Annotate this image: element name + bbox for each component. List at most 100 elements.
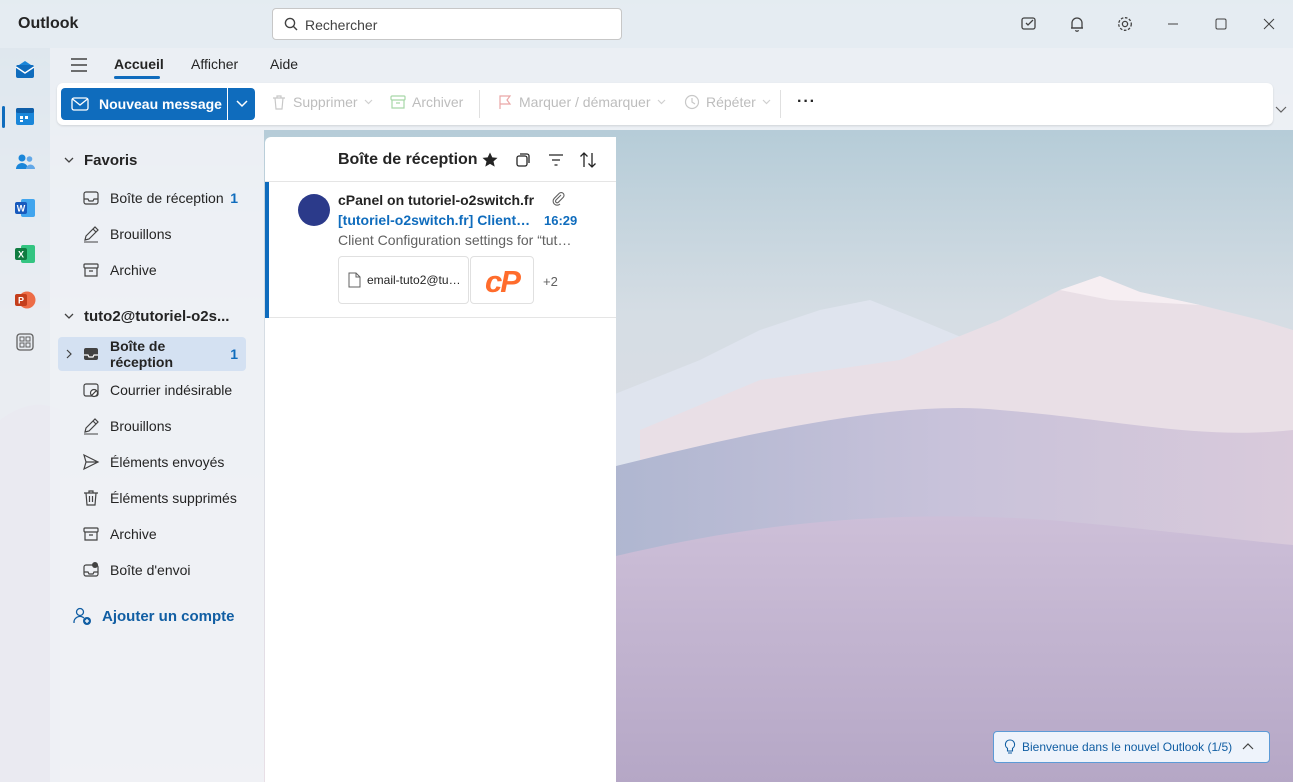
bell-icon[interactable] (1065, 12, 1089, 36)
attachment-chip[interactable]: email-tuto2@tutoriel-o2switch.fr (338, 256, 469, 304)
archive-icon (390, 95, 406, 109)
account-item-outbox[interactable]: Boîte d'envoi (58, 553, 246, 587)
drafts-icon (84, 226, 99, 243)
junk-icon (83, 383, 99, 398)
chevron-down-icon (64, 157, 74, 163)
add-account-button[interactable]: Ajouter un compte (72, 606, 235, 626)
clock-icon (684, 94, 700, 110)
search-icon (284, 17, 298, 31)
powerpoint-app-icon[interactable]: P (11, 286, 39, 314)
flag-button[interactable]: Marquer / démarquer (497, 94, 672, 110)
unread-count: 1 (230, 346, 238, 362)
folder-label: Boîte d'envoi (110, 562, 191, 578)
title-bar: Outlook (0, 0, 1293, 48)
account-item-inbox[interactable]: Boîte de réception 1 (58, 337, 246, 371)
excel-app-icon[interactable]: X (11, 240, 39, 268)
archive-button[interactable]: Archiver (390, 94, 463, 110)
repeat-button[interactable]: Répéter (684, 94, 777, 110)
active-tab-indicator (114, 76, 160, 79)
inbox-icon (83, 191, 99, 205)
hamburger-menu-icon[interactable] (70, 56, 88, 74)
favorites-item-archive[interactable]: Archive (58, 253, 246, 287)
add-person-icon (73, 607, 91, 625)
calendar-app-icon[interactable] (11, 102, 39, 130)
svg-text:cP: cP (485, 264, 521, 299)
search-input[interactable] (305, 15, 605, 35)
outbox-icon (83, 562, 99, 577)
message-list: Boîte de réception cPanel on tutoriel-o2… (265, 137, 616, 782)
ribbon-tabs: Accueil Afficher Aide (50, 48, 1293, 82)
delete-label: Supprimer (293, 94, 358, 110)
new-message-label: Nouveau message (99, 96, 222, 112)
new-message-dropdown[interactable] (228, 88, 255, 120)
word-app-icon[interactable]: W (11, 194, 39, 222)
account-item-sent[interactable]: Éléments envoyés (58, 445, 246, 479)
inbox-icon (84, 348, 98, 360)
chevron-down-icon (64, 313, 74, 319)
lightbulb-icon (1004, 739, 1016, 754)
add-account-label: Ajouter un compte (102, 607, 235, 625)
svg-text:W: W (17, 204, 26, 214)
archive-label: Archiver (412, 94, 464, 110)
more-attachments-count[interactable]: +2 (543, 274, 558, 289)
svg-text:P: P (18, 296, 24, 306)
attachment-thumbnail[interactable]: cP (470, 256, 534, 304)
toolbar-separator (479, 90, 480, 118)
sort-icon[interactable] (578, 150, 598, 170)
account-item-drafts[interactable]: Brouillons (58, 409, 246, 443)
unread-count: 1 (230, 190, 238, 206)
account-header[interactable]: tuto2@tutoriel-o2s... (64, 308, 229, 325)
flag-icon (499, 95, 512, 109)
avatar (298, 194, 330, 226)
message-item[interactable]: cPanel on tutoriel-o2switch.fr [tutoriel… (265, 182, 616, 318)
more-options-button[interactable]: ··· (797, 93, 816, 111)
toolbar-separator (780, 90, 781, 118)
folder-label: Éléments envoyés (110, 454, 225, 470)
chevron-down-icon (762, 99, 771, 105)
new-message-button[interactable]: Nouveau message (61, 88, 227, 120)
favorites-item-drafts[interactable]: Brouillons (58, 217, 246, 251)
maximize-icon[interactable] (1209, 12, 1233, 36)
gear-icon[interactable] (1113, 12, 1137, 36)
drafts-icon (84, 418, 99, 435)
unread-indicator (265, 182, 269, 318)
rail-active-indicator (2, 106, 5, 128)
sent-icon (83, 453, 100, 471)
favorites-header[interactable]: Favoris (64, 152, 137, 169)
account-item-deleted[interactable]: Éléments supprimés (58, 481, 246, 515)
filter-icon[interactable] (546, 150, 566, 170)
welcome-tip[interactable]: Bienvenue dans le nouvel Outlook (1/5) (993, 731, 1270, 763)
app-title: Outlook (18, 15, 79, 32)
document-icon (348, 272, 361, 288)
tab-accueil[interactable]: Accueil (114, 56, 164, 72)
more-apps-icon[interactable] (11, 328, 39, 356)
folder-label: Archive (110, 526, 157, 542)
message-preview: Client Configuration settings for “tuto2… (338, 232, 578, 248)
chevron-down-icon[interactable] (1275, 106, 1287, 114)
app-rail: W X P (0, 48, 50, 782)
whats-new-icon[interactable] (1017, 12, 1041, 36)
search-box[interactable] (272, 8, 622, 40)
delete-button[interactable]: Supprimer (271, 94, 379, 110)
archive-icon (83, 263, 99, 277)
chevron-down-icon (364, 99, 373, 105)
mail-app-icon[interactable] (11, 56, 39, 84)
favorites-item-inbox[interactable]: Boîte de réception 1 (58, 181, 246, 215)
star-icon[interactable] (480, 150, 500, 170)
folder-label: Boîte de réception (110, 338, 174, 370)
account-item-junk[interactable]: Courrier indésirable (58, 373, 246, 407)
chevron-down-icon (657, 99, 665, 105)
minimize-icon[interactable] (1161, 12, 1185, 36)
tab-aide[interactable]: Aide (270, 56, 298, 72)
account-item-archive[interactable]: Archive (58, 517, 246, 551)
folder-label: Courrier indésirable (110, 382, 233, 398)
close-icon[interactable] (1257, 12, 1281, 36)
select-icon[interactable] (513, 150, 533, 170)
svg-text:X: X (18, 250, 24, 260)
folder-label: Boîte de réception (110, 190, 224, 206)
message-subject: [tutoriel-o2switch.fr] Client Configurat… (338, 212, 533, 228)
tab-afficher[interactable]: Afficher (191, 56, 238, 72)
chevron-up-icon[interactable] (1242, 742, 1254, 750)
people-app-icon[interactable] (11, 148, 39, 176)
chevron-right-icon[interactable] (66, 349, 72, 359)
